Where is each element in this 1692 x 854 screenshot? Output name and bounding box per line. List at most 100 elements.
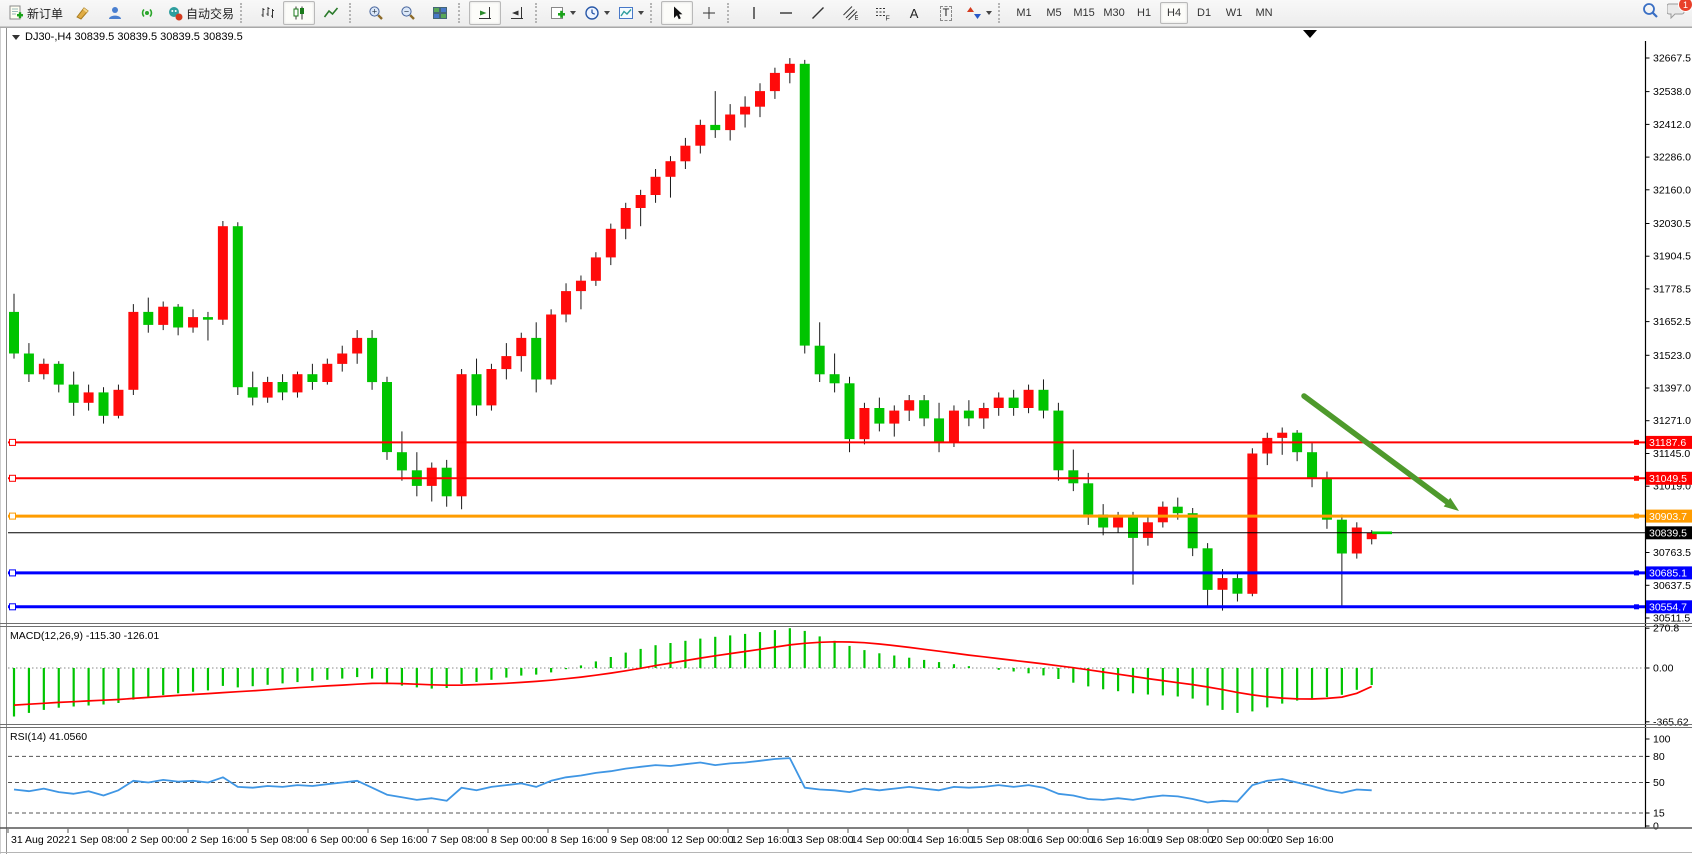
signal-waves-icon <box>139 5 155 21</box>
auto-scroll-icon <box>477 5 493 21</box>
chat-icon[interactable]: 1 <box>1667 2 1686 24</box>
svg-text:31049.5: 31049.5 <box>1649 473 1687 485</box>
cursor-tool-button[interactable] <box>661 1 693 25</box>
new-order-button[interactable]: 新订单 <box>4 1 67 25</box>
crosshair-tool-button[interactable] <box>693 1 725 25</box>
svg-text:20 Sep 16:00: 20 Sep 16:00 <box>1271 834 1334 846</box>
zoom-out-button[interactable]: − <box>392 1 424 25</box>
vertical-line-tool-button[interactable] <box>738 1 770 25</box>
svg-text:6 Sep 00:00: 6 Sep 00:00 <box>311 834 368 846</box>
arrow-objects-icon <box>966 5 982 21</box>
dropdown-caret-icon <box>638 11 644 15</box>
signals-button[interactable] <box>131 1 163 25</box>
templates-button[interactable] <box>614 1 648 25</box>
toolbar-separator <box>998 3 1007 23</box>
chart-title: DJ30-,H4 30839.5 30839.5 30839.5 30839.5 <box>25 31 243 43</box>
price-badge: 30685.1 <box>1646 566 1692 579</box>
equidistant-channel-tool-button[interactable]: E <box>834 1 866 25</box>
svg-text:31 Aug 2022: 31 Aug 2022 <box>11 834 70 846</box>
svg-text:+: + <box>372 7 377 17</box>
chart-canvas[interactable]: 32667.532538.032412.032286.032160.032030… <box>0 27 1692 854</box>
notification-badge: 1 <box>1678 0 1692 12</box>
svg-text:80: 80 <box>1653 751 1665 763</box>
timeframe-button-h1[interactable]: H1 <box>1130 2 1158 24</box>
tile-windows-button[interactable] <box>424 1 456 25</box>
svg-text:32538.0: 32538.0 <box>1653 86 1691 98</box>
chart-shift-button[interactable] <box>501 1 533 25</box>
channel-icon: E <box>842 5 858 21</box>
svg-text:31271.0: 31271.0 <box>1653 415 1691 427</box>
svg-text:30637.5: 30637.5 <box>1653 580 1691 592</box>
line-chart-icon <box>323 5 339 21</box>
svg-text:32412.0: 32412.0 <box>1653 119 1691 131</box>
price-badge: 31049.5 <box>1646 472 1692 485</box>
label-tool-icon: T <box>940 6 953 21</box>
line-chart-button[interactable] <box>315 1 347 25</box>
vertical-line-icon <box>746 5 762 21</box>
styles-tool-button[interactable] <box>67 1 99 25</box>
svg-text:F: F <box>886 16 890 22</box>
fibonacci-icon: F <box>874 5 890 21</box>
timeframe-button-d1[interactable]: D1 <box>1190 2 1218 24</box>
toolbar-separator <box>650 3 659 23</box>
periods-button[interactable] <box>580 1 614 25</box>
toolbar-separator <box>240 3 249 23</box>
svg-text:30763.5: 30763.5 <box>1653 547 1691 559</box>
autotrading-button[interactable]: 自动交易 <box>163 1 238 25</box>
cursor-arrow-icon <box>669 5 685 21</box>
svg-text:30554.7: 30554.7 <box>1649 602 1687 614</box>
dropdown-caret-icon <box>604 11 610 15</box>
svg-text:5 Sep 08:00: 5 Sep 08:00 <box>251 834 308 846</box>
svg-text:7 Sep 08:00: 7 Sep 08:00 <box>431 834 488 846</box>
svg-text:8 Sep 00:00: 8 Sep 00:00 <box>491 834 548 846</box>
text-tool-icon: A <box>910 6 919 21</box>
timeframe-button-h4[interactable]: H4 <box>1160 2 1188 24</box>
zoom-in-icon: + <box>368 5 384 21</box>
crosshair-icon <box>701 5 717 21</box>
gold-chisel-icon <box>75 5 91 21</box>
toolbar-separator <box>349 3 358 23</box>
svg-text:270.8: 270.8 <box>1653 623 1679 635</box>
svg-text:31397.0: 31397.0 <box>1653 383 1691 395</box>
timeframe-button-m5[interactable]: M5 <box>1040 2 1068 24</box>
chart-window[interactable]: DJ30-,H4 30839.5 30839.5 30839.5 30839.5… <box>0 27 1692 854</box>
trendline-tool-button[interactable] <box>802 1 834 25</box>
chart-title-bar[interactable]: DJ30-,H4 30839.5 30839.5 30839.5 30839.5 <box>12 31 243 43</box>
svg-text:19 Sep 08:00: 19 Sep 08:00 <box>1151 834 1214 846</box>
svg-text:16 Sep 00:00: 16 Sep 00:00 <box>1031 834 1094 846</box>
person-icon <box>107 5 123 21</box>
template-icon <box>618 5 634 21</box>
bar-chart-button[interactable] <box>251 1 283 25</box>
svg-text:16 Sep 16:00: 16 Sep 16:00 <box>1091 834 1154 846</box>
price-badge: 30839.5 <box>1646 526 1692 539</box>
label-tool-button[interactable]: T <box>930 1 962 25</box>
svg-text:100: 100 <box>1653 734 1671 746</box>
svg-text:31652.5: 31652.5 <box>1653 316 1691 328</box>
svg-text:0.00: 0.00 <box>1653 663 1674 675</box>
search-icon[interactable] <box>1642 2 1659 24</box>
timeframe-button-mn[interactable]: MN <box>1250 2 1278 24</box>
collapse-triangle-icon[interactable] <box>12 35 20 40</box>
market-button[interactable] <box>99 1 131 25</box>
zoom-in-button[interactable]: + <box>360 1 392 25</box>
timeframe-button-m15[interactable]: M15 <box>1070 2 1098 24</box>
candlestick-chart-button[interactable] <box>283 1 315 25</box>
svg-text:30839.5: 30839.5 <box>1649 528 1687 540</box>
timeframe-button-m30[interactable]: M30 <box>1100 2 1128 24</box>
timeframe-button-w1[interactable]: W1 <box>1220 2 1248 24</box>
auto-scroll-button[interactable] <box>469 1 501 25</box>
price-badge: 31187.6 <box>1646 436 1692 449</box>
toolbar-separator <box>535 3 544 23</box>
arrows-tool-button[interactable] <box>962 1 996 25</box>
autotrading-label: 自动交易 <box>186 5 234 22</box>
indicators-plus-icon <box>550 5 566 21</box>
timeframe-button-m1[interactable]: M1 <box>1010 2 1038 24</box>
horizontal-line-tool-button[interactable] <box>770 1 802 25</box>
svg-text:32160.0: 32160.0 <box>1653 184 1691 196</box>
svg-text:32286.0: 32286.0 <box>1653 152 1691 164</box>
text-tool-button[interactable]: A <box>898 1 930 25</box>
fibonacci-tool-button[interactable]: F <box>866 1 898 25</box>
svg-text:31778.5: 31778.5 <box>1653 283 1691 295</box>
indicators-button[interactable] <box>546 1 580 25</box>
svg-text:32667.5: 32667.5 <box>1653 53 1691 65</box>
